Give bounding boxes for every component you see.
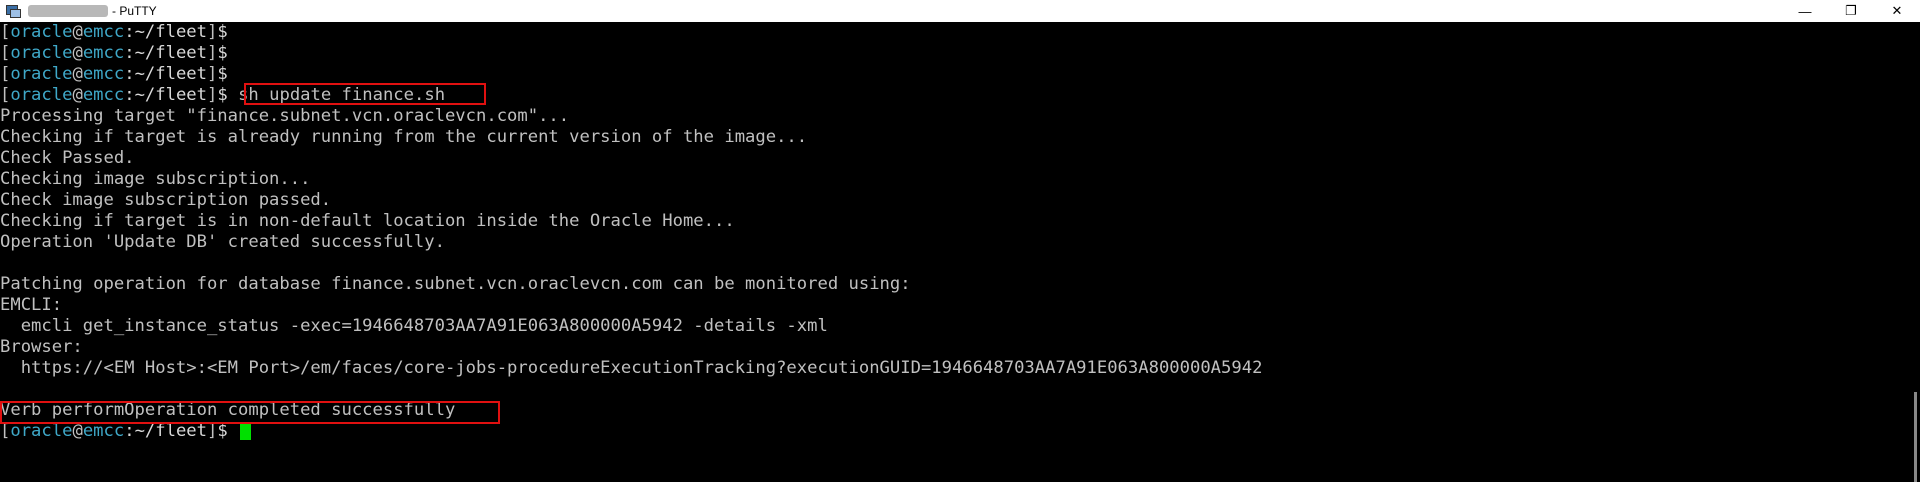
- redacted-hostname: [28, 5, 108, 17]
- terminal-area[interactable]: [oracle@emcc:~/fleet]$ [oracle@emcc:~/fl…: [0, 22, 1908, 479]
- title-bar: - PuTTY — ❐ ✕: [0, 0, 1920, 22]
- prompt-line: [oracle@emcc:~/fleet]$: [0, 43, 228, 63]
- output-line: Checking if target is already running fr…: [0, 127, 808, 147]
- putty-icon: [6, 4, 21, 18]
- text-cursor: [240, 422, 252, 440]
- output-line: https://<EM Host>:<EM Port>/em/faces/cor…: [0, 358, 1263, 378]
- output-line: Patching operation for database finance.…: [0, 274, 911, 294]
- output-line: Browser:: [0, 337, 83, 357]
- output-line: Check image subscription passed.: [0, 190, 332, 210]
- output-line: Processing target "finance.subnet.vcn.or…: [0, 106, 570, 126]
- scrollbar[interactable]: [1908, 22, 1920, 482]
- output-line: emcli get_instance_status -exec=19466487…: [0, 316, 828, 336]
- close-button[interactable]: ✕: [1874, 0, 1920, 22]
- output-line: Operation 'Update DB' created successful…: [0, 232, 445, 252]
- success-highlight-box: [0, 401, 500, 424]
- output-line: Checking if target is in non-default loc…: [0, 211, 735, 231]
- minimize-button[interactable]: —: [1782, 0, 1828, 22]
- output-line: Check Passed.: [0, 148, 135, 168]
- output-line: EMCLI:: [0, 295, 63, 315]
- output-line: Checking image subscription...: [0, 169, 311, 189]
- prompt-line: [oracle@emcc:~/fleet]$: [0, 22, 228, 42]
- prompt-line: [oracle@emcc:~/fleet]$: [0, 64, 228, 84]
- command-highlight-box: [244, 83, 486, 105]
- window-title: - PuTTY: [112, 4, 157, 18]
- scroll-thumb[interactable]: [1914, 392, 1917, 482]
- restore-button[interactable]: ❐: [1828, 0, 1874, 22]
- active-prompt-line: [oracle@emcc:~/fleet]$: [0, 421, 1908, 442]
